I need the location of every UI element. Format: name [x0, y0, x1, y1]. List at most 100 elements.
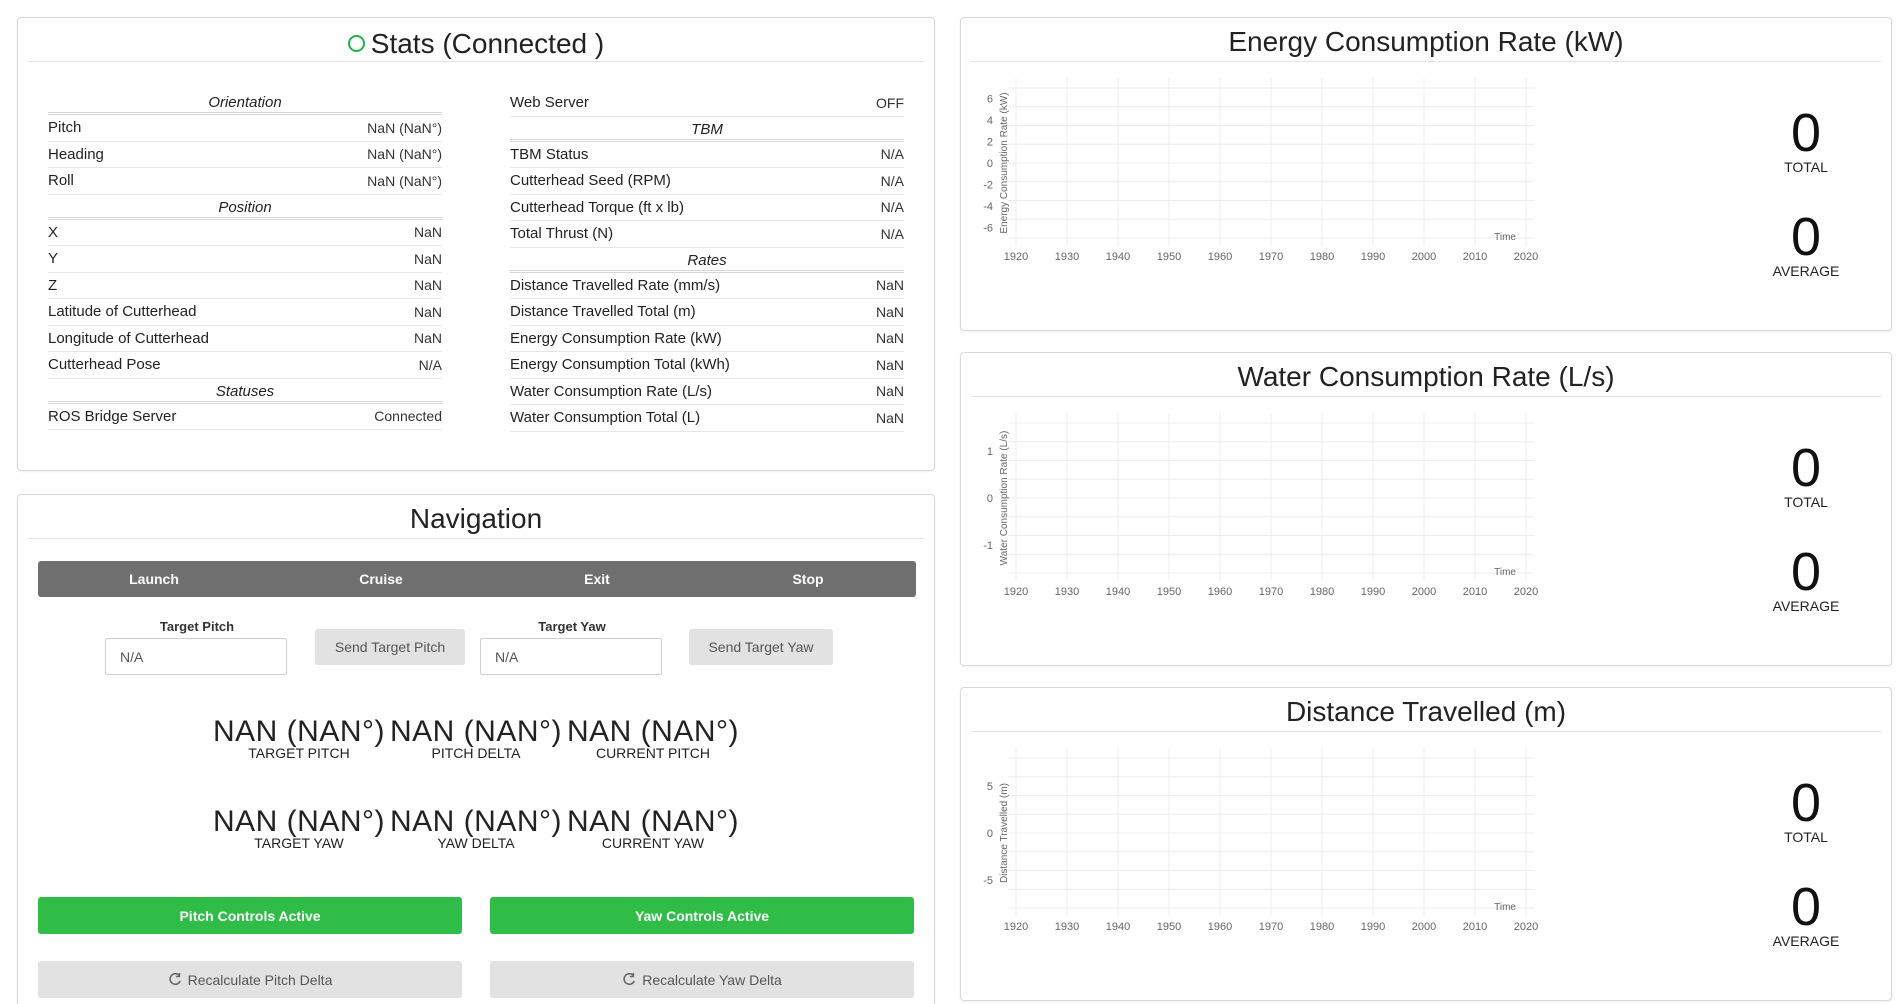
pitch-delta-metric: NAN (NAN°) PITCH DELTA — [388, 715, 564, 761]
stats-row-value: NaN — [875, 277, 904, 294]
stats-row: Cutterhead Seed (RPM) N/A — [510, 168, 904, 195]
stats-left-column: Orientation Pitch NaN (NaN°) Heading NaN (Na… — [48, 90, 442, 430]
x-tick-label: 1930 — [1055, 921, 1079, 933]
send-target-pitch-button[interactable]: Send Target Pitch — [315, 629, 465, 665]
y-axis-label: Distance Travelled (m) — [999, 783, 1010, 883]
water-average: 0 AVERAGE — [1751, 542, 1861, 614]
stats-section-heading: Rates — [510, 248, 904, 273]
distance-average: 0 AVERAGE — [1751, 877, 1861, 949]
x-tick-label: 1990 — [1361, 921, 1385, 933]
pitch-controls-button[interactable]: Pitch Controls Active — [38, 897, 462, 934]
target-yaw-metric: NAN (NAN°) TARGET YAW — [211, 805, 387, 851]
y-tick-label: -6 — [983, 222, 993, 234]
y-axis-label: Water Consumption Rate (L/s) — [999, 431, 1010, 566]
metric-value: NAN (NAN°) — [390, 715, 562, 748]
energy-chart-panel: Energy Consumption Rate (kW) 1920 1930 194… — [960, 17, 1892, 331]
x-tick-label: 1980 — [1310, 251, 1334, 263]
x-tick-label: 1960 — [1208, 921, 1232, 933]
energy-chart: 1920 1930 1940 1950 1960 1970 1980 1990 2000 2010… — [983, 78, 1538, 263]
stats-row-label: ROS Bridge Server — [48, 407, 177, 425]
x-tick-label: 2020 — [1514, 251, 1538, 263]
stats-row-label: Y — [48, 250, 59, 268]
x-tick-label: 1960 — [1208, 586, 1232, 598]
water-chart-title: Water Consumption Rate (L/s) — [971, 353, 1881, 397]
stats-row-label: Distance Travelled Total (m) — [510, 303, 696, 321]
stats-row-value: NaN — [875, 303, 904, 320]
stats-row-label: Web Server — [510, 94, 589, 112]
stats-row-label: Energy Consumption Rate (kW) — [510, 329, 722, 347]
stats-row-value: NaN (NaN°) — [367, 119, 442, 136]
recalculate-pitch-delta-button[interactable]: Recalculate Pitch Delta — [38, 961, 462, 998]
mode-exit-button[interactable]: Exit — [574, 561, 620, 597]
stats-row: Roll NaN (NaN°) — [48, 168, 442, 195]
stats-row-label: Water Consumption Rate (L/s) — [510, 382, 713, 400]
x-tick-label: 1990 — [1361, 251, 1385, 263]
x-tick-label: 1940 — [1106, 586, 1130, 598]
x-tick-label: 1950 — [1157, 921, 1181, 933]
stats-row-label: Water Consumption Total (L) — [510, 409, 701, 427]
x-tick-label: 1920 — [1004, 251, 1028, 263]
stats-row-value: NaN — [413, 303, 442, 320]
water-total-value: 0 — [1790, 438, 1822, 498]
mode-bar: Launch Cruise Exit Stop — [38, 561, 916, 597]
metric-value: NAN (NAN°) — [213, 805, 385, 838]
y-tick-label: 0 — [987, 493, 993, 505]
stats-row: Distance Travelled Total (m) NaN — [510, 299, 904, 326]
water-average-label: AVERAGE — [1772, 598, 1840, 614]
water-total-label: TOTAL — [1784, 494, 1828, 510]
water-chart: 1920 1930 1940 1950 1960 1970 1980 1990 2000 2010… — [983, 413, 1538, 598]
stats-row-value: NaN — [875, 330, 904, 347]
distance-total: 0 TOTAL — [1751, 773, 1861, 845]
target-pitch-input[interactable] — [105, 638, 287, 675]
stats-row-value: NaN — [413, 224, 442, 241]
stats-row: Web Server OFF — [510, 90, 904, 117]
x-axis-label: Time — [1494, 567, 1516, 578]
energy-total-value: 0 — [1790, 103, 1822, 163]
y-tick-label: 6 — [987, 94, 993, 106]
stats-row-value: NaN — [413, 250, 442, 267]
x-tick-label: 1970 — [1259, 586, 1283, 598]
x-tick-label: 1970 — [1259, 251, 1283, 263]
stats-title: Stats (Connected ) — [370, 27, 605, 59]
x-tick-label: 1930 — [1055, 251, 1079, 263]
x-tick-label: 2020 — [1514, 586, 1538, 598]
target-yaw-input[interactable] — [480, 638, 662, 675]
stats-row-label: TBM Status — [510, 145, 589, 163]
water-average-value: 0 — [1790, 542, 1822, 602]
y-tick-label: 2 — [987, 137, 993, 149]
stats-row-label: Energy Consumption Total (kWh) — [510, 356, 730, 374]
stats-right-column: Web Server OFF TBM TBM Status N/A Cutterhead … — [510, 90, 904, 432]
mode-cruise-button[interactable]: Cruise — [349, 561, 413, 597]
stats-row: Longitude of Cutterhead NaN — [48, 326, 442, 352]
energy-chart-title: Energy Consumption Rate (kW) — [971, 18, 1881, 62]
stats-row: Distance Travelled Rate (mm/s) NaN — [510, 273, 904, 299]
mode-launch-button[interactable]: Launch — [119, 561, 189, 597]
distance-chart: 1920 1930 1940 1950 1960 1970 1980 1990 2000 2010… — [983, 748, 1538, 933]
x-tick-label: 2020 — [1514, 921, 1538, 933]
current-pitch-metric: NAN (NAN°) CURRENT PITCH — [565, 715, 741, 761]
stats-row: Latitude of Cutterhead NaN — [48, 299, 442, 326]
stats-row-label: Distance Travelled Rate (mm/s) — [510, 276, 721, 294]
mode-stop-button[interactable]: Stop — [782, 561, 833, 597]
recalculate-yaw-label: Recalculate Yaw Delta — [642, 971, 782, 988]
y-tick-label: 1 — [987, 446, 993, 458]
send-target-yaw-button[interactable]: Send Target Yaw — [689, 629, 833, 665]
energy-average: 0 AVERAGE — [1751, 207, 1861, 279]
stats-row-label: Heading — [48, 145, 104, 163]
y-tick-label: 4 — [987, 115, 993, 127]
metric-value: NAN (NAN°) — [567, 715, 739, 748]
stats-row-label: Longitude of Cutterhead — [48, 329, 209, 347]
stats-row-value: NaN — [413, 277, 442, 294]
stats-row-value: N/A — [880, 172, 904, 189]
x-tick-label: 2000 — [1412, 586, 1436, 598]
yaw-controls-button[interactable]: Yaw Controls Active — [490, 897, 914, 934]
y-tick-label: 5 — [987, 781, 993, 793]
current-yaw-metric: NAN (NAN°) CURRENT YAW — [565, 805, 741, 851]
stats-row-label: Total Thrust (N) — [510, 225, 614, 243]
recalculate-yaw-delta-button[interactable]: Recalculate Yaw Delta — [490, 961, 914, 998]
y-tick-label: 0 — [987, 158, 993, 170]
stats-row-label: Cutterhead Seed (RPM) — [510, 172, 671, 190]
stats-row-value: OFF — [876, 94, 904, 111]
y-tick-label: 0 — [987, 828, 993, 840]
stats-row: Cutterhead Pose N/A — [48, 352, 442, 379]
